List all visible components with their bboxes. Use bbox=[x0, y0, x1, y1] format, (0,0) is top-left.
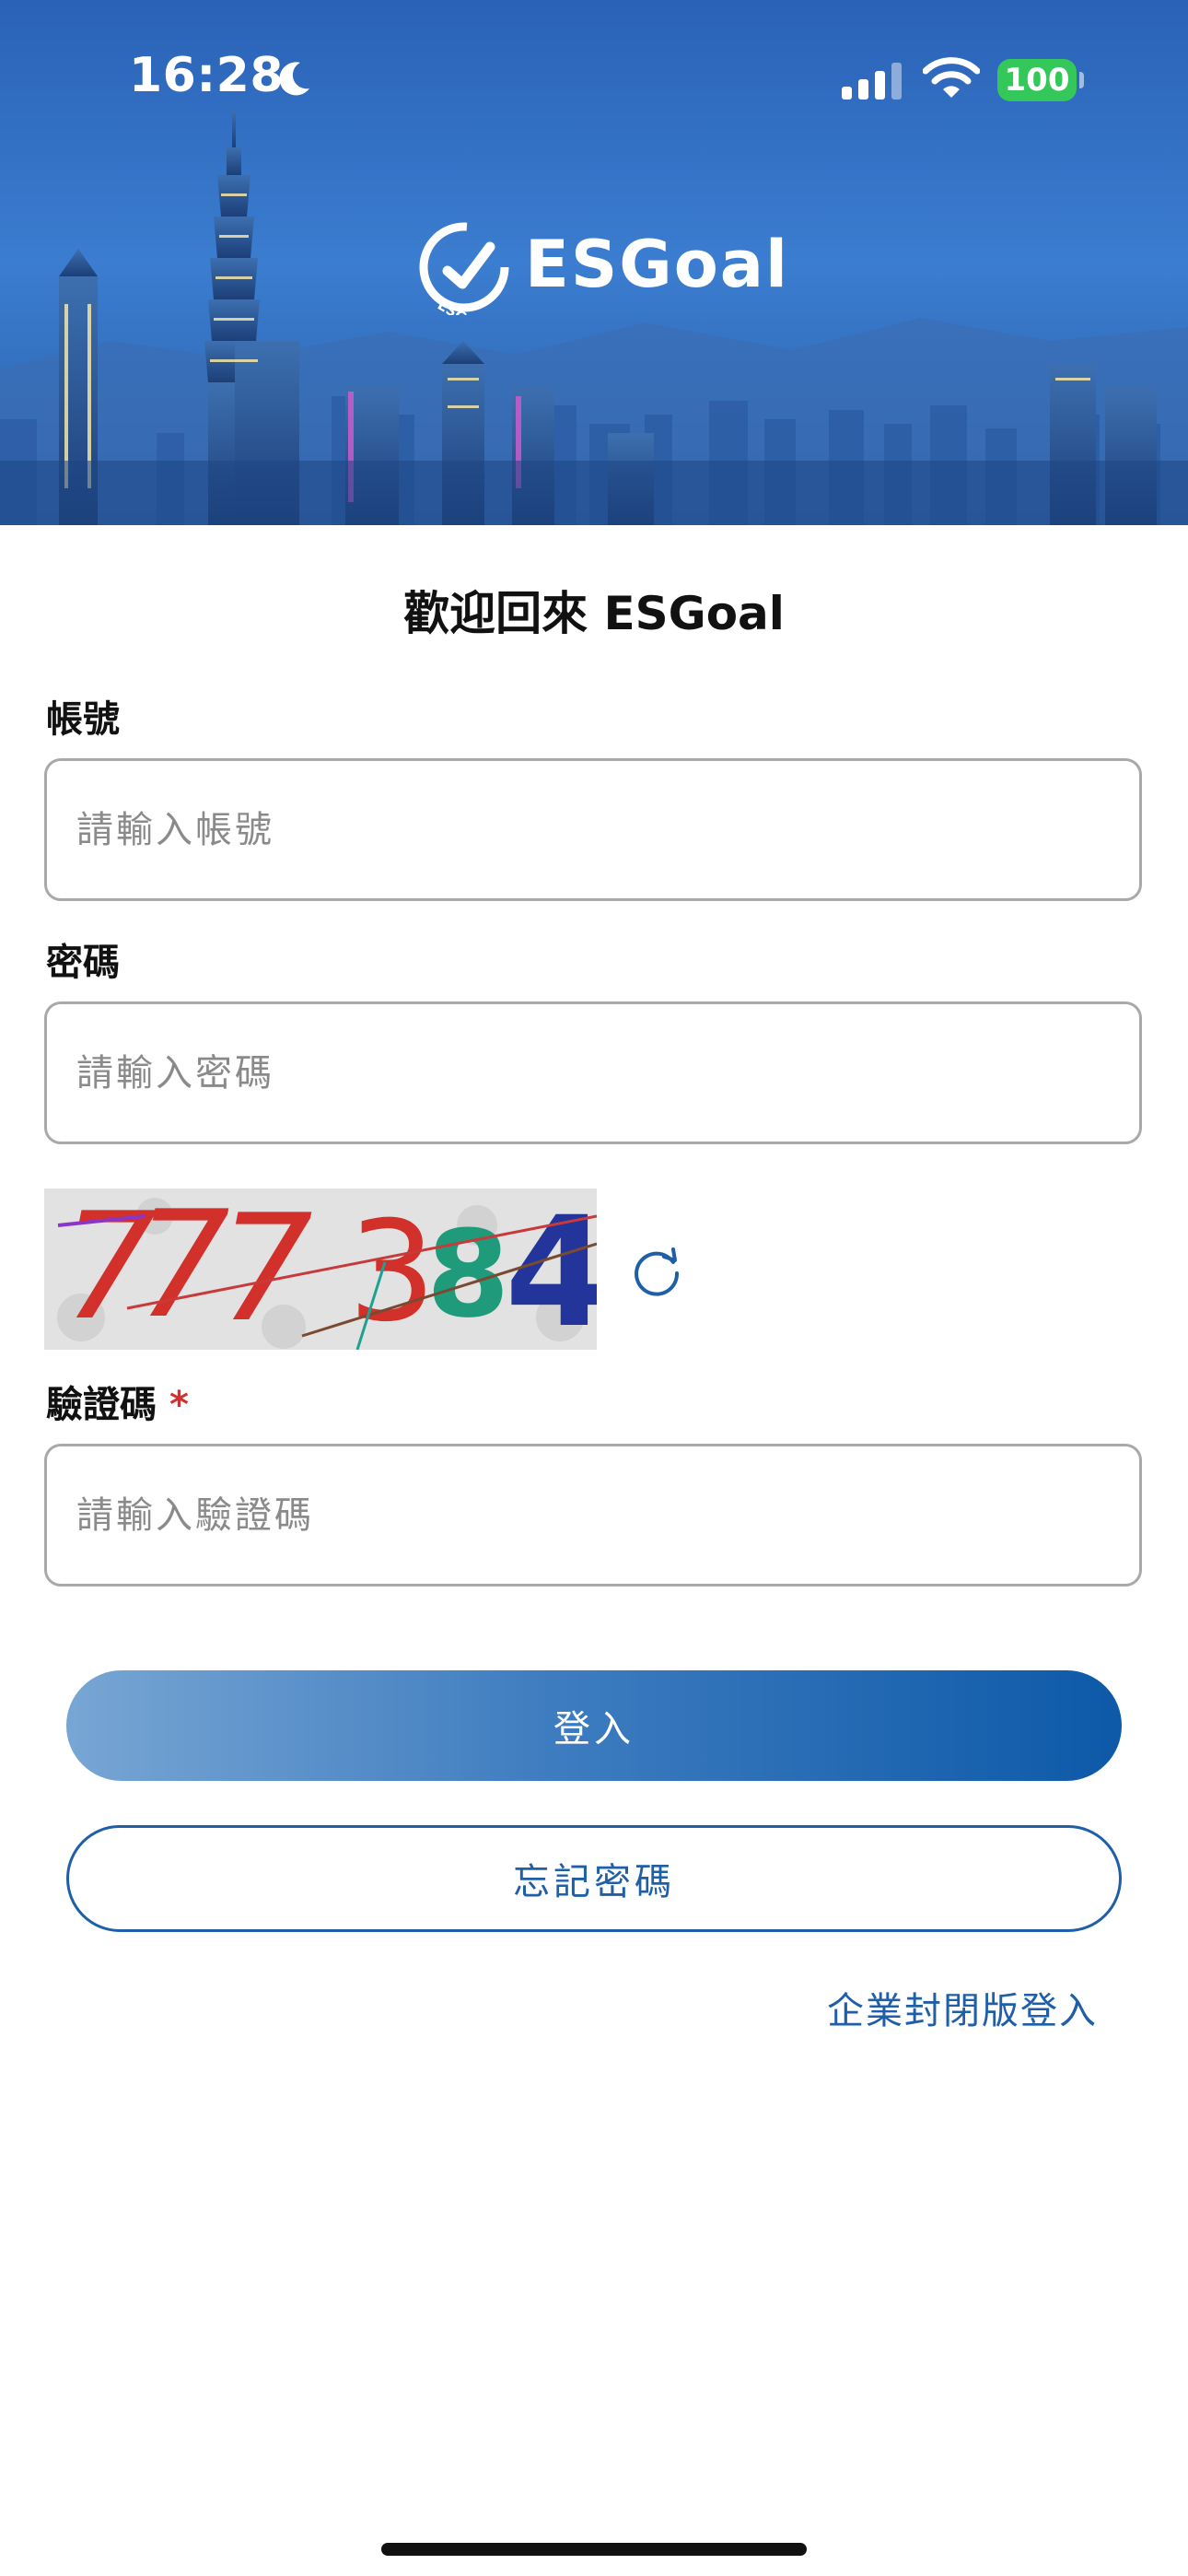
refresh-icon[interactable] bbox=[629, 1242, 684, 1297]
status-time: 16:28 bbox=[129, 48, 285, 103]
forgot-password-button[interactable]: 忘記密碼 bbox=[66, 1825, 1122, 1932]
password-label: 密碼 bbox=[46, 942, 120, 984]
captcha-label: 驗證碼 * bbox=[46, 1375, 189, 1428]
logo-text: ESGoal bbox=[525, 227, 790, 302]
moon-icon bbox=[279, 62, 309, 96]
battery-indicator: 100 bbox=[997, 59, 1077, 101]
captcha-field-box bbox=[44, 1444, 1142, 1587]
esgoal-logo-icon: ESGoal bbox=[419, 222, 509, 315]
account-label: 帳號 bbox=[46, 698, 120, 741]
captcha-digit-3: 7 bbox=[219, 1188, 313, 1350]
login-screen: 16:28 100 ESGoal ESGoal 歡迎回來 ESGoal 帳號 bbox=[0, 0, 1188, 2576]
page-title: 歡迎回來 ESGoal bbox=[403, 587, 785, 640]
account-input[interactable] bbox=[47, 761, 1139, 898]
captcha-digit-2: 7 bbox=[136, 1188, 230, 1350]
required-mark: * bbox=[169, 1384, 189, 1426]
battery-nub bbox=[1079, 72, 1084, 88]
captcha-image: 7 7 7 3 8 4 bbox=[44, 1188, 597, 1350]
home-indicator bbox=[381, 2543, 807, 2556]
login-button[interactable]: 登入 bbox=[66, 1670, 1122, 1781]
captcha-input[interactable] bbox=[47, 1446, 1139, 1584]
hero-banner: 16:28 100 ESGoal ESGoal bbox=[0, 0, 1188, 525]
password-input[interactable] bbox=[47, 1004, 1139, 1142]
captcha-label-text: 驗證碼 bbox=[46, 1384, 157, 1426]
account-field-box bbox=[44, 758, 1142, 901]
wifi-icon bbox=[923, 57, 980, 98]
enterprise-login-link[interactable]: 企業封閉版登入 bbox=[827, 1981, 1098, 2034]
cellular-signal-icon bbox=[842, 63, 902, 100]
password-field-box bbox=[44, 1001, 1142, 1144]
captcha-digit-4: 3 bbox=[348, 1192, 436, 1350]
